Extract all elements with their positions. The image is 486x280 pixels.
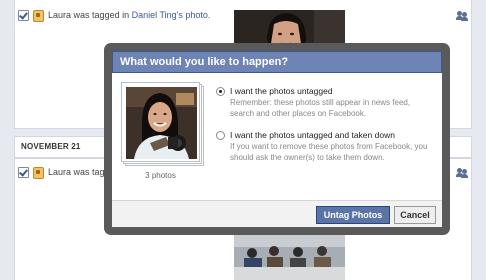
option-untag-description: Remember: these photos still appear in n… [230, 98, 411, 118]
untag-dialog: What would you like to happen? 3 photos … [112, 51, 442, 227]
radio-untag[interactable] [216, 87, 225, 96]
activity-text-2: Laura was tagg [48, 167, 110, 177]
include-checkbox-icon[interactable] [18, 167, 29, 178]
option-untag-takedown-label: I want the photos untagged and taken dow… [230, 130, 395, 140]
tagged-photo-thumbnail[interactable] [234, 233, 345, 280]
cancel-button[interactable]: Cancel [394, 206, 436, 224]
untag-photos-button[interactable]: Untag Photos [316, 206, 390, 224]
option-untag-label: I want the photos untagged [230, 86, 333, 96]
date-label: NOVEMBER 21 [21, 142, 81, 151]
friends-icon[interactable] [456, 11, 469, 21]
photo-stack [121, 82, 204, 166]
activity-text-1: Laura was tagged in Daniel Ting's photo. [48, 10, 211, 20]
friends-icon[interactable] [456, 168, 469, 178]
photo-count-label: 3 photos [145, 171, 176, 180]
dialog-title: What would you like to happen? [112, 51, 442, 73]
photo-owner-link[interactable]: Daniel Ting's photo. [132, 10, 211, 20]
option-untag-takedown-description: If you want to remove these photos from … [230, 142, 428, 162]
radio-untag-takedown[interactable] [216, 131, 225, 140]
dialog-footer: Untag Photos Cancel [112, 200, 442, 227]
lock-icon[interactable] [33, 10, 44, 22]
include-checkbox-icon[interactable] [18, 10, 29, 21]
lock-icon[interactable] [33, 167, 44, 179]
photo-preview [121, 82, 200, 162]
